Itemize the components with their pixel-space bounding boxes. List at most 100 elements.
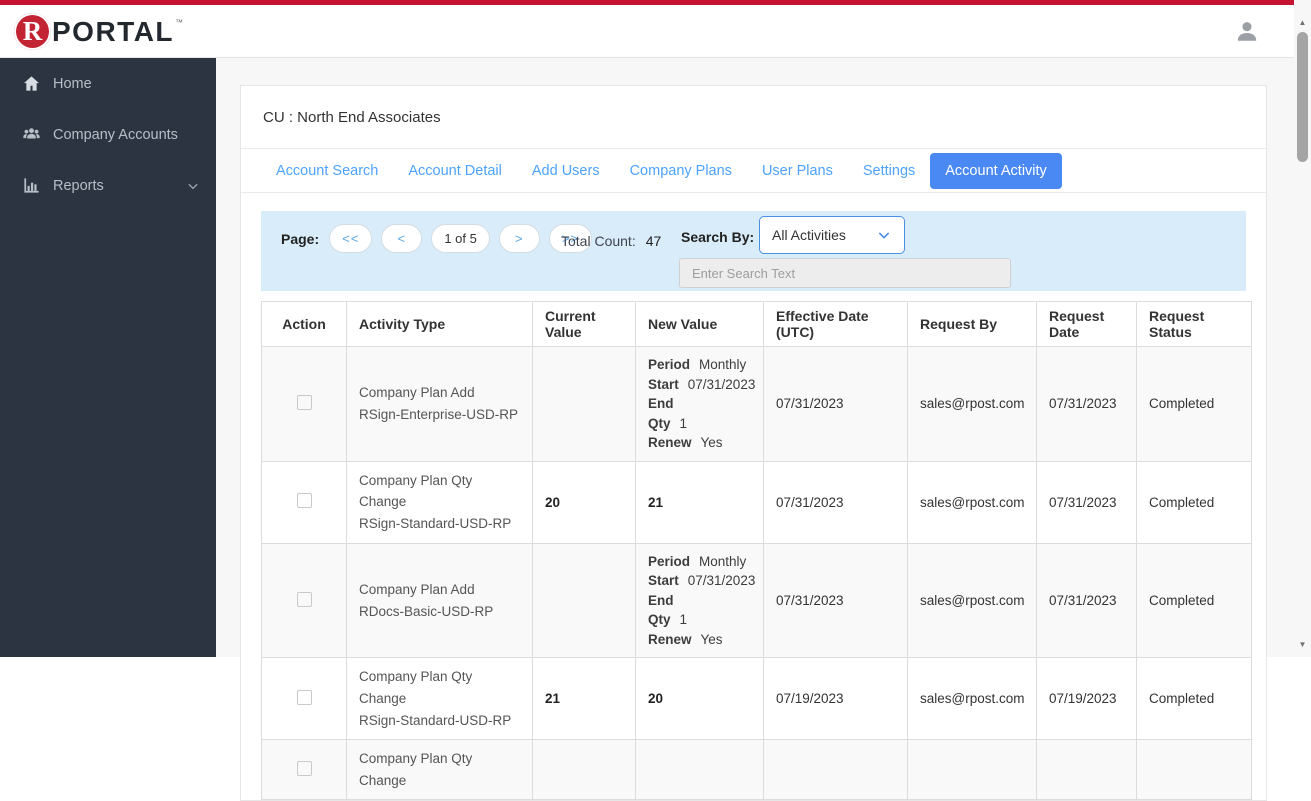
col-request-status: Request Status (1136, 301, 1252, 347)
sidebar-item-company-accounts[interactable]: Company Accounts (0, 109, 216, 160)
top-accent-bar (0, 0, 1294, 5)
request-status-cell: Completed (1136, 460, 1252, 544)
sidebar-item-reports[interactable]: Reports (0, 160, 216, 211)
kv-line: Renew Yes (648, 631, 723, 647)
request-by-cell: sales@rpost.com (907, 460, 1037, 544)
request-date-cell: 07/31/2023 (1036, 346, 1137, 462)
request-status-cell: Completed (1136, 542, 1252, 659)
current-value-cell: 21 (532, 657, 636, 741)
kv-line: Qty 1 (648, 612, 688, 628)
effective-date-cell: 07/31/2023 (763, 460, 908, 544)
action-cell (261, 739, 347, 801)
col-new-value: New Value (635, 301, 764, 347)
rportal-logo[interactable]: R PORTAL ™ (14, 13, 183, 50)
next-page-button[interactable]: > (498, 224, 540, 253)
new-value: 20 (648, 691, 664, 707)
action-cell (261, 542, 347, 659)
kv-line: Qty 1 (648, 415, 688, 431)
row-select-checkbox[interactable] (296, 689, 312, 705)
tab-bar: Account Search Account Detail Add Users … (241, 149, 1266, 193)
tab-company-plans[interactable]: Company Plans (615, 153, 747, 189)
table-row: Company Plan Qty Change RSign-Standard-US… (261, 460, 1252, 544)
current-value: 21 (545, 691, 561, 707)
activity-name: Company Plan Qty Change (359, 669, 473, 706)
action-cell (261, 657, 347, 741)
request-by-cell: sales@rpost.com (907, 542, 1037, 659)
action-cell (261, 460, 347, 544)
col-action: Action (261, 301, 347, 347)
col-current-value: Current Value (532, 301, 636, 347)
row-select-checkbox[interactable] (296, 493, 312, 509)
activity-name: Company Plan Qty Change (359, 472, 473, 510)
tab-add-users[interactable]: Add Users (517, 153, 615, 189)
total-count-label: Total Count: (561, 233, 636, 249)
sidebar: Home Company Accounts Reports (0, 58, 216, 657)
request-status-cell (1136, 739, 1252, 801)
row-select-checkbox[interactable] (296, 760, 312, 776)
activity-type-cell: Company Plan Qty Change RSign-Standard-US… (346, 657, 533, 741)
new-value-cell (635, 739, 764, 801)
activity-filter-value: All Activities (772, 227, 846, 243)
pagination-toolbar: Page: << < 1 of 5 > >> Total Count: 47 Se… (261, 211, 1246, 291)
current-value-cell: 20 (532, 460, 636, 544)
tab-account-activity[interactable]: Account Activity (930, 152, 1062, 189)
new-value-cell: Period Monthly Start 07/31/2023 End Qty 1 R… (635, 542, 764, 659)
row-select-checkbox[interactable] (296, 591, 312, 607)
sidebar-item-label: Home (53, 75, 92, 92)
effective-date-cell (763, 739, 908, 801)
new-value: 21 (648, 494, 664, 510)
activity-plan: RSign-Standard-USD-RP (359, 712, 512, 728)
col-request-by: Request By (907, 301, 1037, 347)
tab-account-search[interactable]: Account Search (261, 153, 393, 189)
activity-type-cell: Company Plan Add RDocs-Basic-USD-RP (346, 542, 533, 659)
sidebar-item-home[interactable]: Home (0, 58, 216, 109)
request-status-cell: Completed (1136, 657, 1252, 741)
effective-date-cell: 07/31/2023 (763, 542, 908, 659)
current-value-cell (532, 346, 636, 462)
activity-table: Action Activity Type Current Value New V… (261, 301, 1252, 801)
scrollbar-thumb[interactable] (1297, 32, 1308, 162)
logo-name: PORTAL (52, 16, 175, 47)
total-count: Total Count: 47 (561, 233, 661, 249)
table-row-partial: Company Plan Qty Change (261, 739, 1252, 801)
search-input[interactable] (679, 258, 1011, 288)
chevron-down-icon[interactable] (186, 179, 200, 193)
kv-line: Renew Yes (648, 435, 723, 451)
pagination-controls: Page: << < 1 of 5 > >> (281, 224, 601, 253)
main-content: CU : North End Associates Account Search… (216, 58, 1294, 801)
page-label: Page: (281, 230, 320, 247)
tab-account-detail[interactable]: Account Detail (393, 153, 517, 189)
logo-trademark: ™ (175, 18, 184, 27)
tab-user-plans[interactable]: User Plans (747, 153, 848, 189)
activity-plan: RSign-Enterprise-USD-RP (359, 406, 519, 422)
kv-line: Period Monthly (648, 357, 747, 372)
chevron-down-icon (876, 227, 892, 243)
first-page-button[interactable]: << (329, 224, 373, 253)
scroll-down-arrow-icon[interactable]: ▼ (1294, 638, 1311, 650)
search-by-label: Search By: (681, 229, 755, 245)
account-card: CU : North End Associates Account Search… (240, 85, 1267, 801)
vertical-scrollbar[interactable]: ▲ ▼ (1294, 0, 1311, 657)
col-activity-type: Activity Type (346, 301, 533, 347)
kv-line: Period Monthly (648, 553, 747, 569)
activity-filter-dropdown[interactable]: All Activities (759, 216, 905, 254)
request-by-cell: sales@rpost.com (907, 657, 1037, 741)
new-value-cell: 20 (635, 657, 764, 741)
request-date-cell: 07/19/2023 (1036, 657, 1137, 741)
page-indicator: 1 of 5 (431, 224, 490, 253)
home-icon (22, 74, 41, 93)
bar-chart-icon (22, 176, 41, 195)
new-value-cell: Period Monthly Start 07/31/2023 End Qty 1 R… (635, 346, 764, 462)
activity-name: Company Plan Add (359, 581, 475, 597)
tab-settings[interactable]: Settings (848, 153, 930, 189)
page-title: CU : North End Associates (241, 86, 1266, 149)
request-date-cell: 07/31/2023 (1036, 460, 1137, 544)
table-row: Company Plan Add RDocs-Basic-USD-RP Perio… (261, 542, 1252, 659)
activity-type-cell: Company Plan Qty Change (346, 739, 533, 801)
prev-page-button[interactable]: < (381, 224, 423, 253)
scroll-up-arrow-icon[interactable]: ▲ (1294, 16, 1311, 28)
action-cell (261, 346, 347, 462)
user-profile-icon[interactable] (1234, 18, 1260, 44)
row-select-checkbox[interactable] (296, 394, 312, 410)
users-icon (22, 125, 41, 144)
